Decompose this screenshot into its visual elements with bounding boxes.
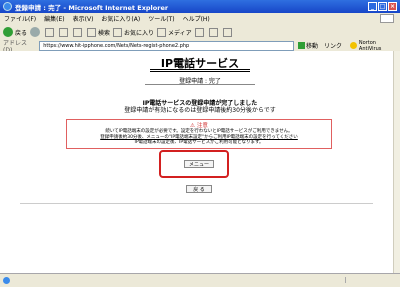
go-arrow-icon <box>297 42 305 49</box>
forward-arrow-icon <box>30 27 41 37</box>
title-divider-2 <box>150 71 250 72</box>
notice-box: ⚠ 注意 続いてIP電話端末の設定が必要です。設定を行わないとIP電話サービスが… <box>66 119 332 149</box>
notice-line-3: IP電話端末の設定後、IP電話サービスがご利用可能となります。 <box>134 140 264 145</box>
home-icon <box>73 27 83 37</box>
menu-edit[interactable]: 編集(E) <box>44 14 64 23</box>
ie-icon <box>3 2 12 11</box>
history-icon <box>194 27 204 37</box>
windows-logo-icon <box>380 14 394 23</box>
menu-file[interactable]: ファイル(F) <box>4 14 36 23</box>
stop-button[interactable] <box>45 27 56 37</box>
print-icon <box>222 27 232 37</box>
page-status-icon <box>3 277 10 284</box>
star-icon <box>113 27 123 37</box>
go-button[interactable]: 移動 <box>297 41 318 50</box>
go-label: 移動 <box>305 43 318 50</box>
search-button[interactable]: 検索 <box>87 27 111 37</box>
window-titlebar: 登録申請 : 完了 - Microsoft Internet Explorer … <box>0 0 400 13</box>
favorites-button[interactable]: お気に入り <box>113 27 155 37</box>
status-bar <box>0 273 400 287</box>
print-button[interactable] <box>222 27 234 37</box>
menu-tools[interactable]: ツール(T) <box>148 14 174 23</box>
refresh-button[interactable] <box>59 27 70 37</box>
menu-view[interactable]: 表示(V) <box>73 14 94 23</box>
forward-nav-button[interactable] <box>30 27 42 37</box>
norton-label: Norton AntiVirus <box>358 39 382 52</box>
subtitle-divider <box>145 84 255 85</box>
stop-icon <box>45 27 55 37</box>
media-icon <box>157 27 167 37</box>
address-input[interactable]: https://www.hit-ipphone.com/Nets/Nets-re… <box>39 40 294 51</box>
notice-heading: ⚠ 注意 <box>190 123 208 129</box>
search-icon <box>87 27 97 37</box>
mail-icon <box>208 27 218 37</box>
maximize-button[interactable]: □ <box>378 2 387 11</box>
menu-help[interactable]: ヘルプ(H) <box>183 14 210 23</box>
refresh-icon <box>59 27 69 37</box>
mail-button[interactable] <box>208 27 220 37</box>
vertical-scrollbar[interactable] <box>393 51 400 274</box>
back-nav-button[interactable]: 戻る <box>3 27 27 37</box>
norton-button[interactable]: Norton AntiVirus <box>349 39 400 52</box>
back-button[interactable]: 戻 る <box>186 185 212 193</box>
home-button[interactable] <box>73 27 84 37</box>
title-divider <box>150 69 250 70</box>
back-label: 戻る <box>15 29 28 37</box>
window-title: 登録申請 : 完了 - Microsoft Internet Explorer <box>15 3 169 12</box>
notice-line-1: 続いてIP電話端末の設定が必要です。設定を行わないとIP電話サービスがご利用でき… <box>105 129 293 134</box>
links-button[interactable]: リンク <box>324 41 342 50</box>
history-button[interactable] <box>194 27 206 37</box>
search-label: 検索 <box>98 29 111 37</box>
minimize-button[interactable]: _ <box>368 2 377 11</box>
activation-message: 登録申請が有効になるのは登録申請後約30分後からです <box>124 107 276 114</box>
back-arrow-icon <box>3 27 13 37</box>
media-button[interactable]: メディア <box>157 27 192 37</box>
toolbar: 戻る 検索 お気に入り メディア <box>0 24 400 41</box>
menu-button[interactable]: メニュー <box>184 160 214 168</box>
close-button[interactable]: × <box>388 2 397 11</box>
menu-favorites[interactable]: お気に入り(A) <box>101 14 140 23</box>
bottom-divider <box>20 203 373 204</box>
norton-icon <box>349 42 357 49</box>
security-zone <box>345 277 386 283</box>
favorites-label: お気に入り <box>124 29 155 37</box>
media-label: メディア <box>168 29 192 37</box>
page-content: IP電話サービス 登録申請 : 完了 IP電話サービスの登録申請が完了しました … <box>0 51 393 274</box>
